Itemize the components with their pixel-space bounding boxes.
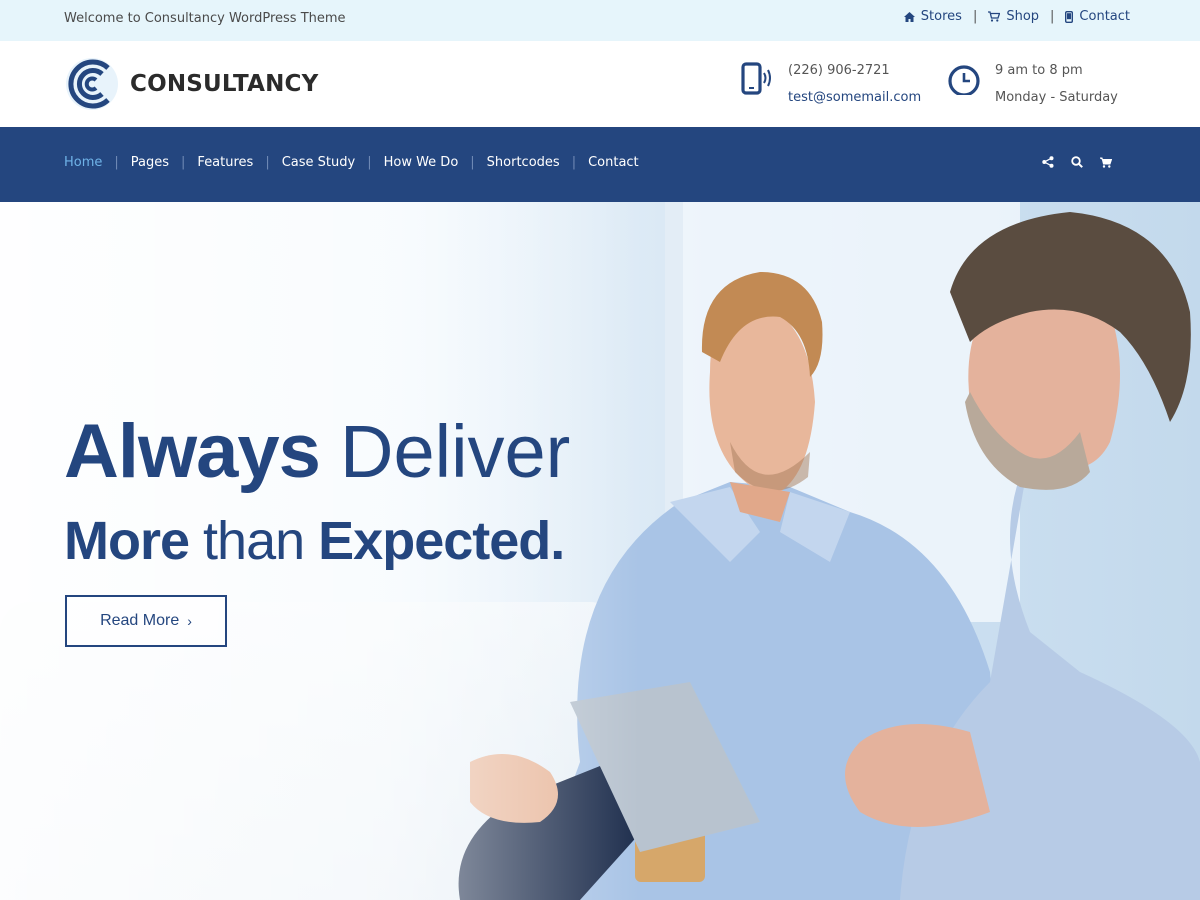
top-separator: | bbox=[1050, 9, 1055, 24]
top-separator: | bbox=[972, 9, 978, 24]
hero-word-always: Always bbox=[64, 409, 321, 494]
email-link[interactable]: test@somemail.com bbox=[788, 84, 921, 111]
opening-days: Monday - Saturday bbox=[995, 90, 1118, 105]
nav-item-pages[interactable]: Pages bbox=[131, 155, 169, 170]
nav-item-contact[interactable]: Contact bbox=[588, 155, 639, 170]
nav-separator: | bbox=[114, 155, 119, 170]
nav-item-features[interactable]: Features bbox=[197, 155, 253, 170]
hero-word-deliver: Deliver bbox=[340, 410, 571, 493]
welcome-text: Welcome to Consultancy WordPress Theme bbox=[64, 11, 346, 26]
cart-icon[interactable] bbox=[1100, 157, 1112, 168]
home-icon bbox=[903, 11, 915, 22]
stores-label: Stores bbox=[920, 9, 962, 24]
search-icon[interactable] bbox=[1071, 156, 1083, 168]
stores-link[interactable]: Stores bbox=[903, 9, 962, 24]
hero-word-more: More bbox=[64, 511, 190, 571]
shop-label: Shop bbox=[1006, 9, 1040, 24]
hero-headline-line1: Always Deliver bbox=[64, 408, 570, 495]
nav-separator: | bbox=[181, 155, 186, 170]
site-header: CONSULTANCY (226) 906-2721 test@somemail… bbox=[0, 41, 1200, 127]
nav-separator: | bbox=[571, 155, 577, 170]
phone-icon bbox=[741, 62, 771, 95]
nav-item-home[interactable]: Home bbox=[64, 155, 102, 170]
nav-separator: | bbox=[367, 155, 372, 170]
hero-word-expected: Expected. bbox=[318, 511, 565, 571]
contact-label: Contact bbox=[1079, 9, 1130, 24]
site-logo[interactable]: CONSULTANCY bbox=[64, 56, 318, 112]
nav-menu: Home | Pages | Features | Case Study | H… bbox=[64, 155, 639, 170]
hero-headline-line2: More than Expected. bbox=[64, 510, 565, 572]
nav-separator: | bbox=[470, 155, 475, 170]
nav-item-shortcodes[interactable]: Shortcodes bbox=[487, 155, 560, 170]
share-icon[interactable] bbox=[1042, 156, 1054, 168]
read-more-button[interactable]: Read More › bbox=[65, 595, 227, 647]
phone-number: (226) 906-2721 bbox=[788, 63, 890, 78]
clock-icon bbox=[948, 65, 980, 95]
chevron-right-icon: › bbox=[187, 613, 192, 629]
hours-contact: 9 am to 8 pm Monday - Saturday bbox=[947, 55, 1118, 111]
phone-contact: (226) 906-2721 test@somemail.com bbox=[740, 55, 921, 111]
read-more-label: Read More bbox=[100, 612, 180, 629]
nav-separator: | bbox=[265, 155, 270, 170]
nav-item-case-study[interactable]: Case Study bbox=[282, 155, 355, 170]
logo-c-icon bbox=[66, 58, 118, 110]
top-links: Stores | Shop | Contact bbox=[903, 9, 1130, 24]
main-nav: Home | Pages | Features | Case Study | H… bbox=[0, 127, 1200, 202]
top-bar: Welcome to Consultancy WordPress Theme S… bbox=[0, 0, 1200, 41]
mobile-icon bbox=[1065, 10, 1074, 23]
opening-hours: 9 am to 8 pm bbox=[995, 63, 1083, 78]
hero-section: Always Deliver More than Expected. Read … bbox=[0, 202, 1200, 900]
contact-link[interactable]: Contact bbox=[1065, 9, 1130, 24]
shop-link[interactable]: Shop bbox=[988, 9, 1039, 24]
hero-word-than: than bbox=[203, 511, 305, 571]
nav-item-how-we-do[interactable]: How We Do bbox=[384, 155, 459, 170]
logo-text: CONSULTANCY bbox=[130, 71, 319, 97]
cart-icon bbox=[988, 11, 1001, 22]
nav-icons bbox=[1025, 156, 1112, 168]
